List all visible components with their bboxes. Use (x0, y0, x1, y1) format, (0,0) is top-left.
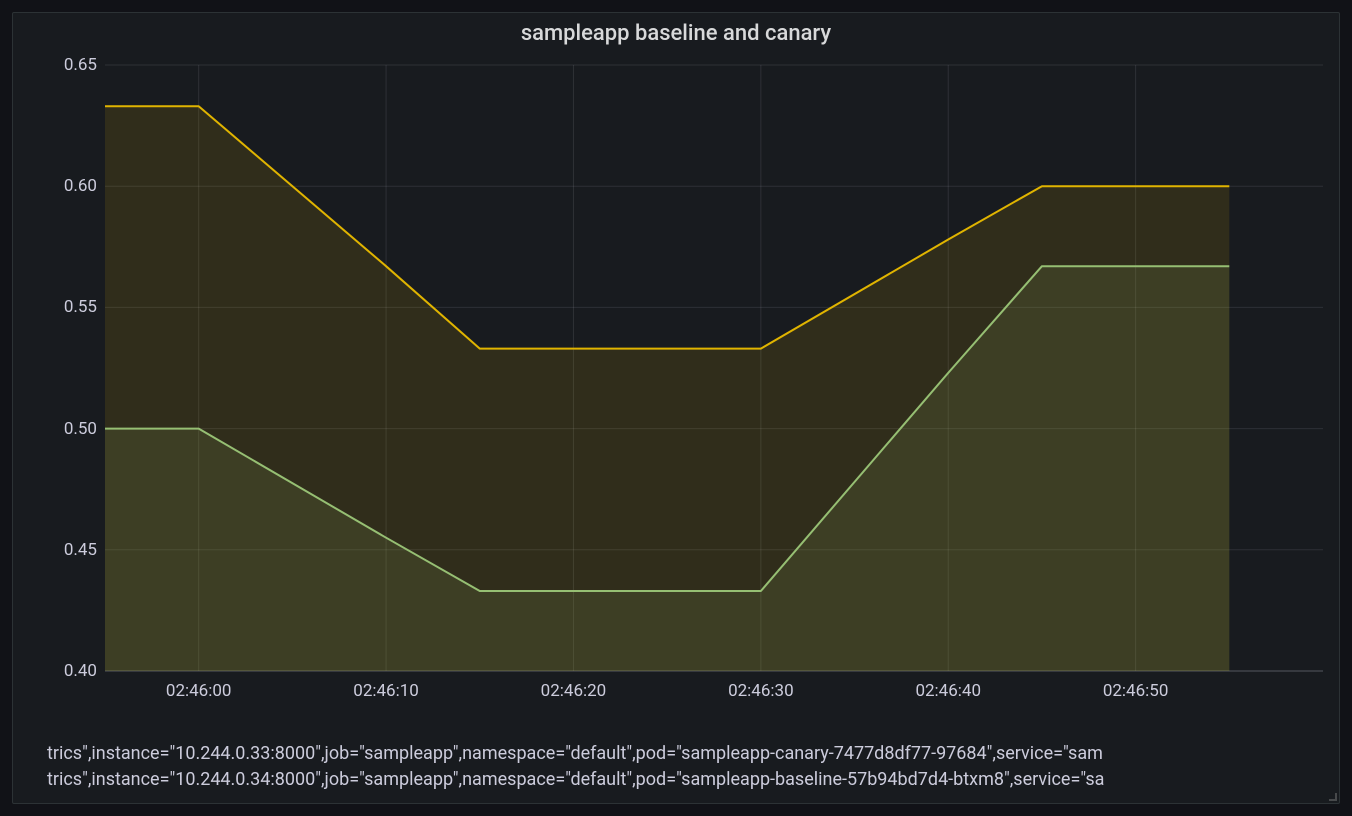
y-tick-label: 0.50 (57, 419, 97, 439)
legend-row[interactable]: trics",instance="10.244.0.34:8000",job="… (47, 767, 1327, 793)
y-tick-label: 0.65 (57, 55, 97, 75)
chart-legend: trics",instance="10.244.0.33:8000",job="… (47, 741, 1327, 793)
x-tick-label: 02:46:00 (166, 681, 232, 701)
y-tick-label: 0.60 (57, 176, 97, 196)
x-tick-label: 02:46:30 (728, 681, 794, 701)
y-tick-label: 0.40 (57, 661, 97, 681)
resize-handle-icon[interactable] (1327, 791, 1337, 801)
y-tick-label: 0.45 (57, 540, 97, 560)
y-tick-label: 0.55 (57, 297, 97, 317)
chart-plot-area[interactable]: 0.400.450.500.550.600.6502:46:0002:46:10… (47, 61, 1327, 701)
x-tick-label: 02:46:50 (1103, 681, 1169, 701)
x-tick-label: 02:46:40 (915, 681, 981, 701)
x-tick-label: 02:46:20 (541, 681, 607, 701)
legend-text: trics",instance="10.244.0.33:8000",job="… (47, 743, 1103, 764)
x-tick-label: 02:46:10 (353, 681, 419, 701)
chart-svg (47, 61, 1327, 701)
legend-text: trics",instance="10.244.0.34:8000",job="… (47, 769, 1104, 790)
chart-title: sampleapp baseline and canary (13, 21, 1339, 46)
chart-panel: sampleapp baseline and canary 0.40 0.45 0.… (12, 12, 1340, 804)
legend-row[interactable]: trics",instance="10.244.0.33:8000",job="… (47, 741, 1327, 767)
